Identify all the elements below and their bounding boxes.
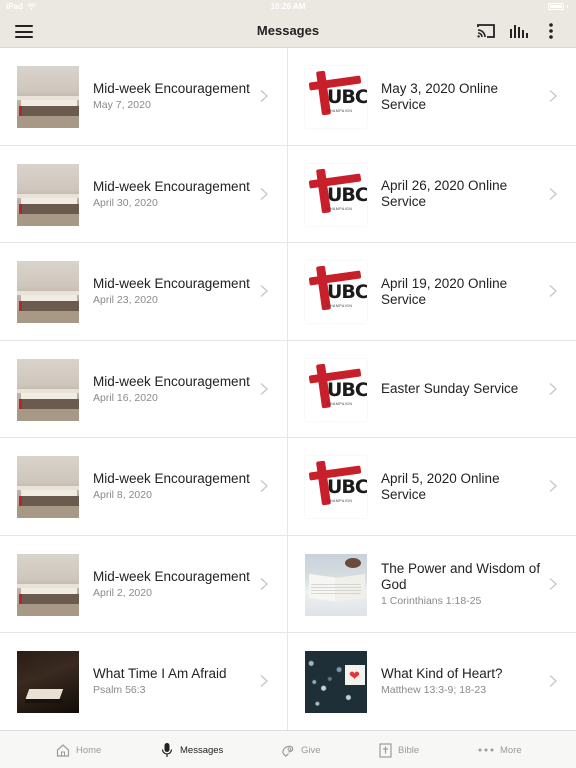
chevron-right-icon <box>549 284 558 298</box>
ubc-logo-thumbnail: UBC CHAMPAIGN <box>305 66 367 128</box>
open-bible-thumbnail <box>305 553 367 616</box>
tab-messages-label: Messages <box>180 744 224 756</box>
message-item[interactable]: The Power and Wisdom of God 1 Corinthians… <box>288 536 576 633</box>
chevron-right-icon <box>260 89 269 103</box>
ubc-logo-thumbnail: UBC CHAMPAIGN <box>305 358 367 421</box>
message-title: The Power and Wisdom of God <box>381 560 541 592</box>
bible-on-shelf-thumbnail <box>17 163 79 226</box>
message-item[interactable]: What Time I Am Afraid Psalm 56:3 <box>0 633 288 730</box>
message-item[interactable]: UBC CHAMPAIGN April 26, 2020 Online Servic… <box>288 146 576 243</box>
message-item[interactable]: UBC CHAMPAIGN April 19, 2020 Online Servic… <box>288 243 576 340</box>
chevron-right-icon <box>549 187 558 200</box>
message-subtitle: April 30, 2020 <box>93 196 158 209</box>
ubc-logo-thumbnail: UBC CHAMPAIGN <box>305 163 367 226</box>
chevron-right-icon <box>549 674 558 688</box>
chevron-right-icon <box>260 284 269 298</box>
message-item[interactable]: Mid-week Encouragement May 7, 2020 <box>0 48 288 145</box>
tab-messages[interactable]: Messages <box>160 731 223 768</box>
ubc-logo-thumbnail: UBC CHAMPAIGN <box>305 456 367 518</box>
status-time: 10:26 AM <box>270 2 306 11</box>
message-subtitle: 1 Corinthians 1:18-25 <box>381 594 482 607</box>
heart-thumbnail: ❤ <box>305 651 367 713</box>
more-dots-icon <box>478 742 494 758</box>
message-title: April 26, 2020 Online Service <box>381 178 508 209</box>
bible-on-shelf-thumbnail <box>17 456 79 518</box>
top-navigation-bar: Messages <box>0 14 576 48</box>
message-row: Mid-week Encouragement April 8, 2020 UBC CH… <box>0 438 576 536</box>
message-subtitle: April 16, 2020 <box>93 391 158 404</box>
message-row: Mid-week Encouragement April 16, 2020 UBC C… <box>0 340 576 438</box>
dark-open-book-thumbnail <box>17 651 79 713</box>
home-icon <box>56 742 70 758</box>
message-item[interactable]: Mid-week Encouragement April 23, 2020 <box>0 243 288 340</box>
chevron-right-icon <box>549 382 558 395</box>
tab-give[interactable]: Give <box>281 731 321 768</box>
message-title: Mid-week Encouragement <box>93 81 250 96</box>
bible-on-shelf-thumbnail <box>17 553 79 616</box>
chevron-right-icon <box>260 187 269 200</box>
tab-bible-label: Bible <box>398 744 420 756</box>
message-row: What Time I Am Afraid Psalm 56:3 ❤ What Kin… <box>0 633 576 731</box>
battery-indicator <box>548 3 568 10</box>
message-row: Mid-week Encouragement April 30, 2020 UBC C… <box>0 145 576 243</box>
messages-grid: Mid-week Encouragement May 7, 2020 UBC CHAM… <box>0 48 576 731</box>
bottom-tab-bar: Home Messages Give Bible More <box>0 730 576 768</box>
chevron-right-icon <box>260 479 269 493</box>
tab-home[interactable]: Home <box>56 731 101 768</box>
message-item[interactable]: ❤ What Kind of Heart? Matthew 13:3-9; 18-2… <box>288 633 576 730</box>
bible-on-shelf-thumbnail <box>17 66 79 128</box>
message-title: Easter Sunday Service <box>381 381 519 396</box>
give-icon <box>281 742 295 758</box>
message-title: What Kind of Heart? <box>381 666 503 681</box>
message-subtitle: April 23, 2020 <box>93 294 158 306</box>
tab-give-label: Give <box>301 744 321 756</box>
microphone-icon <box>160 742 174 758</box>
message-row: Mid-week Encouragement April 23, 2020 UBC C… <box>0 243 576 341</box>
chevron-right-icon <box>260 674 269 688</box>
battery-icon <box>548 3 564 10</box>
overflow-menu-icon[interactable] <box>544 22 558 40</box>
message-subtitle: April 8, 2020 <box>93 489 152 501</box>
message-item[interactable]: UBC CHAMPAIGN May 3, 2020 Online Service <box>288 48 576 145</box>
message-subtitle: Psalm 56:3 <box>93 684 146 696</box>
message-item[interactable]: Mid-week Encouragement April 30, 2020 <box>0 145 288 243</box>
message-title: Mid-week Encouragement <box>93 568 250 584</box>
message-row: Mid-week Encouragement April 2, 2020 The P… <box>0 535 576 633</box>
message-subtitle: Matthew 13:3-9; 18-23 <box>381 684 487 696</box>
tab-home-label: Home <box>76 744 102 756</box>
message-item[interactable]: UBC CHAMPAIGN Easter Sunday Service <box>288 341 576 438</box>
message-title: April 19, 2020 Online Service <box>381 275 508 307</box>
message-title: May 3, 2020 Online Service <box>381 80 499 112</box>
message-item[interactable]: Mid-week Encouragement April 8, 2020 <box>0 438 288 535</box>
message-title: Mid-week Encouragement <box>93 276 250 291</box>
message-subtitle: April 2, 2020 <box>93 586 152 599</box>
audio-bars-icon[interactable] <box>509 23 529 39</box>
message-item[interactable]: Mid-week Encouragement April 2, 2020 <box>0 535 288 633</box>
message-subtitle: May 7, 2020 <box>93 99 151 111</box>
tab-more[interactable]: More <box>478 731 522 768</box>
message-title: April 5, 2020 Online Service <box>381 470 500 502</box>
chevron-right-icon <box>260 577 269 590</box>
bible-on-shelf-thumbnail <box>17 358 79 421</box>
chevron-right-icon <box>260 382 269 395</box>
message-title: What Time I Am Afraid <box>93 666 227 681</box>
message-title: Mid-week Encouragement <box>93 471 250 486</box>
message-item[interactable]: UBC CHAMPAIGN April 5, 2020 Online Service <box>288 438 576 535</box>
cast-icon[interactable] <box>476 23 496 39</box>
chevron-right-icon <box>549 577 558 590</box>
status-bar: iPad 10:26 AM <box>0 0 576 14</box>
tab-bible[interactable]: Bible <box>378 731 419 768</box>
chevron-right-icon <box>549 89 558 103</box>
message-item[interactable]: Mid-week Encouragement April 16, 2020 <box>0 340 288 438</box>
chevron-right-icon <box>549 479 558 493</box>
bible-on-shelf-thumbnail <box>17 261 79 323</box>
tab-more-label: More <box>500 744 522 756</box>
message-title: Mid-week Encouragement <box>93 373 250 389</box>
message-row: Mid-week Encouragement May 7, 2020 UBC CHAM… <box>0 48 576 146</box>
ubc-logo-thumbnail: UBC CHAMPAIGN <box>305 261 367 323</box>
bible-icon <box>378 742 392 758</box>
message-title: Mid-week Encouragement <box>93 178 250 194</box>
